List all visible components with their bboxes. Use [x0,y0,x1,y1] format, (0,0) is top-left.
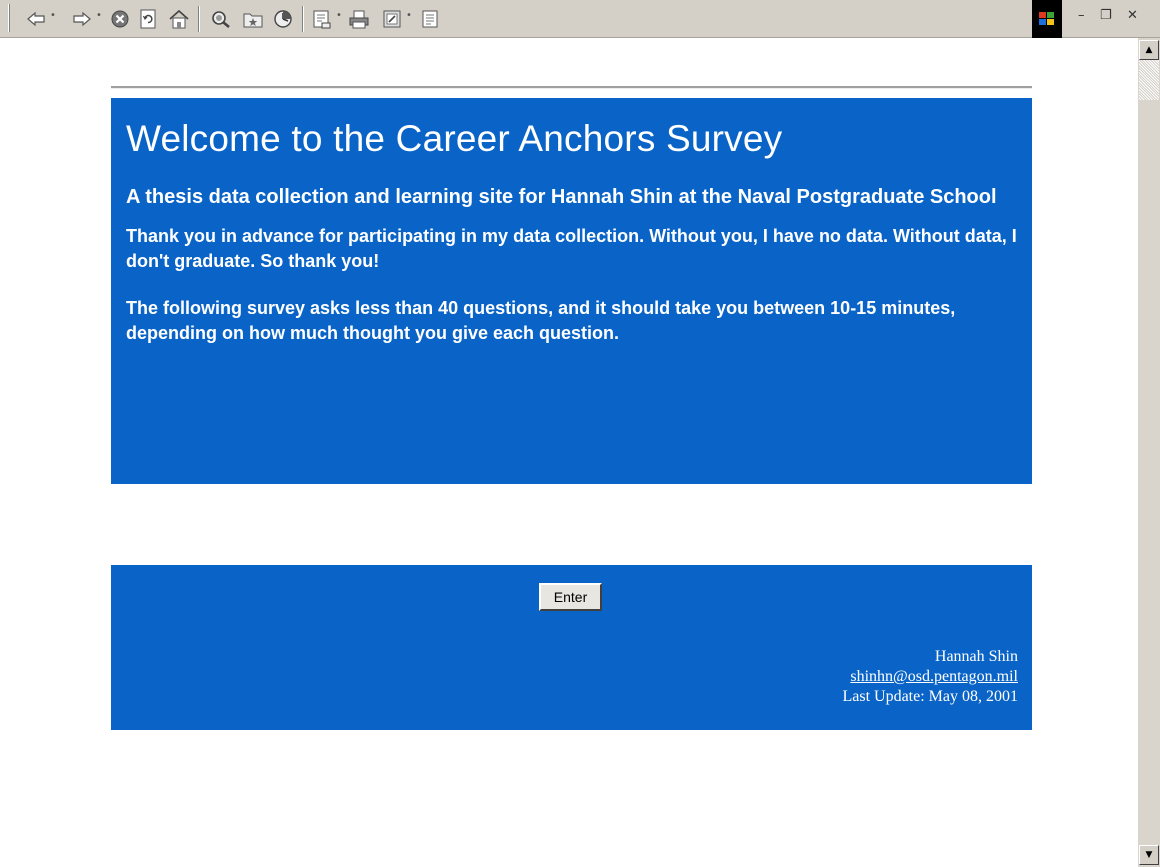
scroll-down-button[interactable]: ▼ [1139,845,1159,865]
forward-dropdown-icon[interactable]: • [96,10,102,21]
mail-dropdown-icon[interactable]: • [336,10,342,21]
close-icon[interactable]: ✕ [1127,8,1138,23]
vertical-scrollbar[interactable]: ▲ ▼ [1138,38,1160,867]
refresh-icon[interactable] [136,8,160,30]
history-icon[interactable] [270,8,296,30]
edit-dropdown-icon[interactable]: • [406,10,412,21]
author-email-link[interactable]: shinhn@osd.pentagon.mil [850,668,1018,685]
edit-icon[interactable] [380,8,404,30]
toolbar-grip[interactable] [8,4,10,32]
restore-icon[interactable]: ❐ [1100,8,1112,23]
home-icon[interactable] [166,8,192,30]
minimize-icon[interactable]: – [1078,8,1085,23]
welcome-panel: Welcome to the Career Anchors Survey A t… [111,98,1032,484]
print-icon[interactable] [346,8,372,30]
horizontal-rule [111,86,1032,89]
windows-logo-icon [1032,0,1062,38]
forward-icon[interactable] [70,8,94,30]
enter-button[interactable]: Enter [539,583,602,611]
survey-info-paragraph: The following survey asks less than 40 q… [126,298,956,343]
discuss-icon[interactable] [418,8,442,30]
back-dropdown-icon[interactable]: • [50,10,56,21]
page-title: Welcome to the Career Anchors Survey [126,118,783,159]
toolbar-separator [198,6,200,32]
last-update: Last Update: May 08, 2001 [842,688,1018,705]
back-icon[interactable] [24,8,48,30]
mail-icon[interactable] [310,8,334,30]
search-icon[interactable] [208,8,234,30]
scroll-up-button[interactable]: ▲ [1139,40,1159,60]
scroll-thumb[interactable] [1139,60,1159,100]
browser-toolbar: • • • • – ❐ ✕ [0,0,1160,38]
intro-paragraph: Thank you in advance for participating i… [126,226,1017,271]
footer: Hannah Shin shinhn@osd.pentagon.mil Last… [842,647,1018,707]
author-name: Hannah Shin [934,648,1018,665]
stop-icon[interactable] [108,8,132,30]
page-subtitle: A thesis data collection and learning si… [126,186,997,208]
toolbar-separator [302,6,304,32]
enter-panel: Enter Hannah Shin shinhn@osd.pentagon.mi… [111,565,1032,730]
favorites-icon[interactable] [240,8,266,30]
